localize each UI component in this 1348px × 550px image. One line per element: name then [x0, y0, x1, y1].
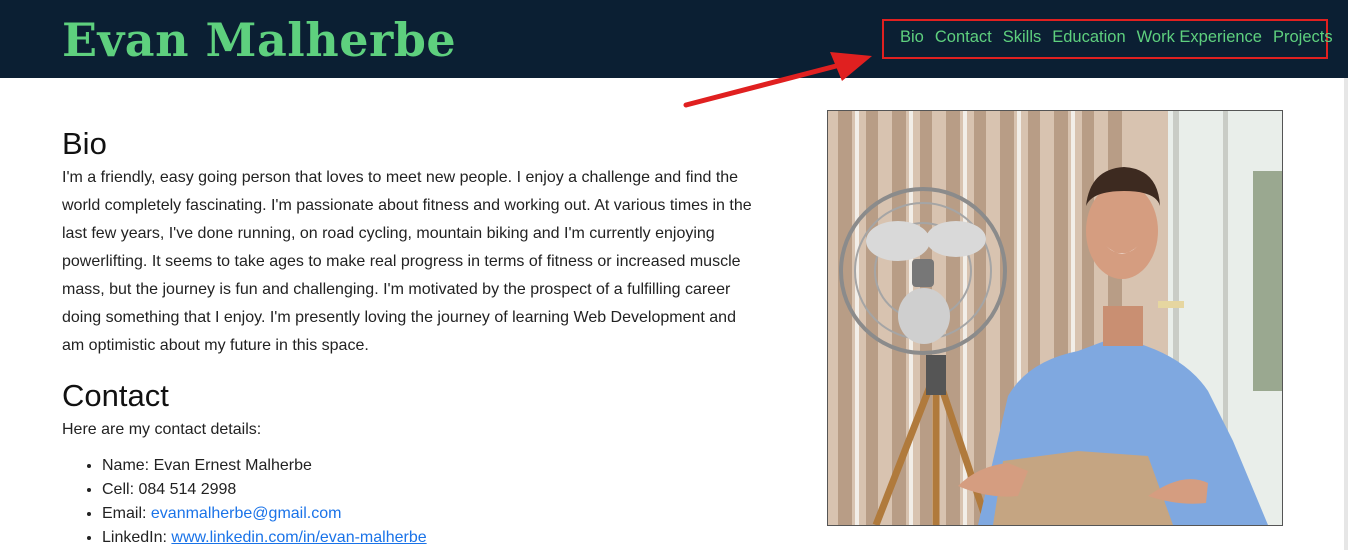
site-title[interactable]: Evan Malherbe	[62, 12, 456, 68]
nav-link-skills[interactable]: Skills	[1003, 27, 1042, 47]
contact-linkedin-item: LinkedIn: www.linkedin.com/in/evan-malhe…	[102, 526, 752, 550]
contact-name-value: Evan Ernest Malherbe	[153, 457, 312, 474]
contact-email-label: Email:	[102, 505, 151, 522]
contact-name-item: Name: Evan Ernest Malherbe	[102, 454, 752, 478]
contact-cell-item: Cell: 084 514 2998	[102, 478, 752, 502]
bio-text: I'm a friendly, easy going person that l…	[62, 169, 752, 354]
bio-heading: Bio	[62, 126, 107, 161]
contact-name-label: Name:	[102, 457, 154, 474]
main-content: Bio I'm a friendly, easy going person th…	[62, 124, 752, 550]
profile-photo-image	[828, 111, 1282, 525]
contact-email-link[interactable]: evanmalherbe@gmail.com	[151, 505, 342, 522]
nav-link-work-experience[interactable]: Work Experience	[1137, 27, 1262, 47]
contact-section: Contact Here are my contact details: Nam…	[62, 376, 752, 550]
site-header: Evan Malherbe Bio Contact Skills Educati…	[0, 0, 1348, 78]
contact-email-item: Email: evanmalherbe@gmail.com	[102, 502, 752, 526]
bio-section: Bio I'm a friendly, easy going person th…	[62, 124, 752, 360]
annotation-arrow-icon	[683, 52, 872, 108]
contact-linkedin-link[interactable]: www.linkedin.com/in/evan-malherbe	[171, 529, 426, 546]
contact-intro: Here are my contact details:	[62, 421, 262, 438]
scrollbar[interactable]	[1344, 78, 1348, 550]
nav-link-contact[interactable]: Contact	[935, 27, 992, 47]
contact-cell-label: Cell:	[102, 481, 139, 498]
contact-cell-value: 084 514 2998	[138, 481, 237, 498]
nav-link-bio[interactable]: Bio	[900, 27, 924, 47]
main-nav: Bio Contact Skills Education Work Experi…	[900, 27, 1333, 47]
profile-photo	[827, 110, 1283, 526]
contact-heading: Contact	[62, 378, 169, 413]
contact-linkedin-label: LinkedIn:	[102, 529, 172, 546]
nav-link-education[interactable]: Education	[1052, 27, 1125, 47]
nav-link-projects[interactable]: Projects	[1273, 27, 1333, 47]
contact-list: Name: Evan Ernest Malherbe Cell: 084 514…	[62, 454, 752, 550]
